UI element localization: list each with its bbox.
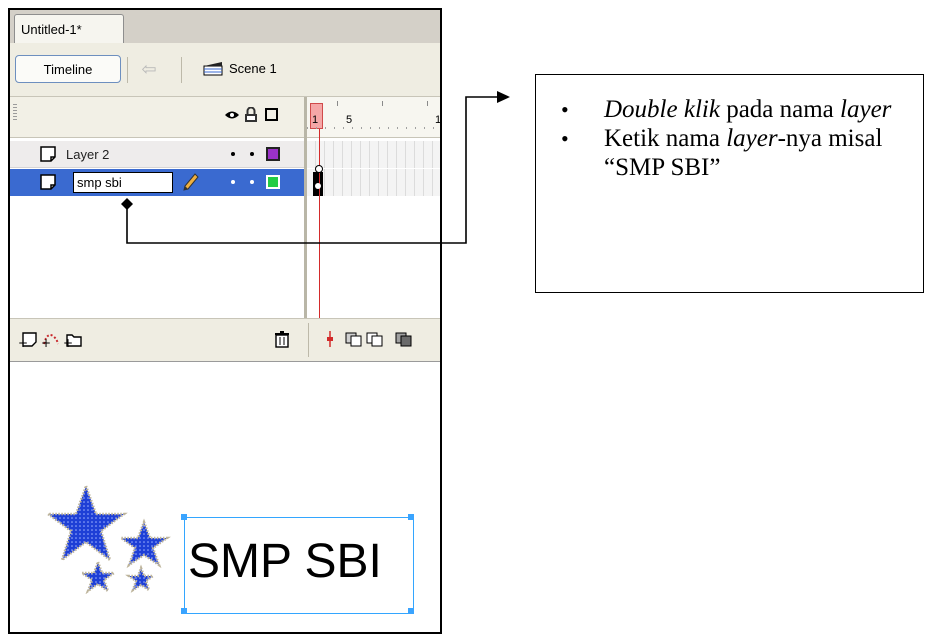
instruction-emphasis: layer [840, 96, 892, 123]
instruction-text: Ketik nama [604, 125, 727, 152]
instruction-text: pada nama [719, 96, 841, 123]
instruction-callout: • Double klik pada nama layer • Ketik na… [535, 74, 924, 293]
instruction-list: • Double klik pada nama layer • Ketik na… [536, 95, 923, 182]
bullet-icon: • [561, 97, 569, 122]
instruction-emphasis: layer [726, 125, 778, 152]
instruction-item: • Double klik pada nama layer [536, 95, 923, 124]
instruction-emphasis: Double klik [604, 96, 720, 123]
bullet-icon: • [561, 126, 569, 151]
instruction-item: • Ketik nama layer-nya misal “SMP SBI” [536, 124, 923, 182]
